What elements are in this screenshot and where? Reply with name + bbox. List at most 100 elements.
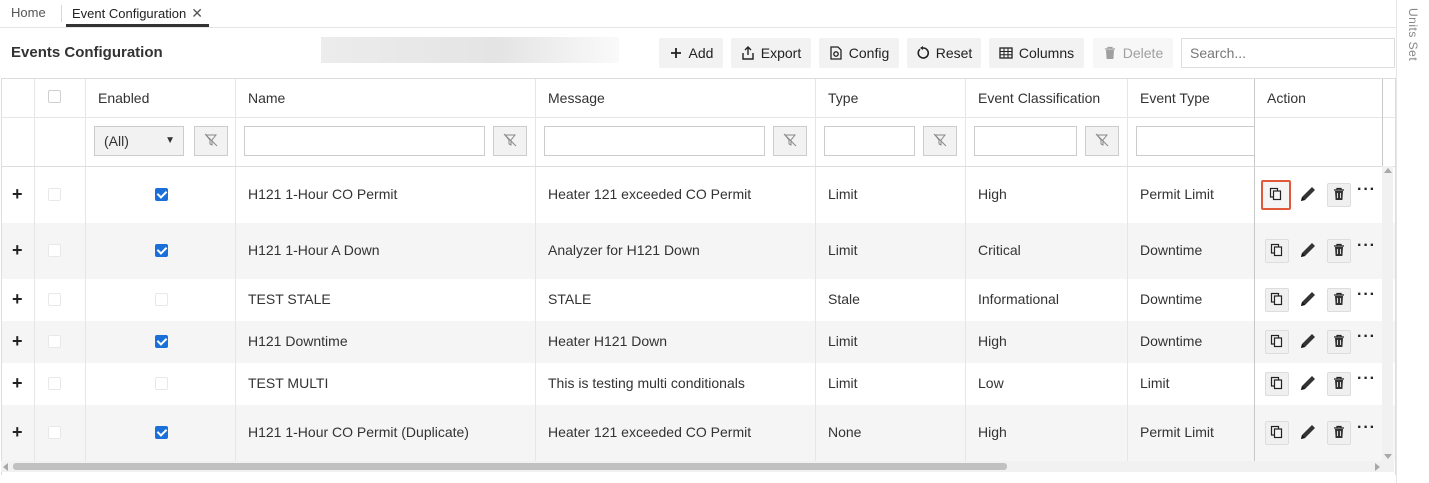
tab-event-configuration[interactable]: Event Configuration ✕ [66,0,209,27]
select-all-checkbox[interactable] [48,90,61,103]
scroll-left-icon[interactable] [3,463,8,471]
row-select-checkbox[interactable] [48,293,61,306]
expand-icon[interactable]: + [12,185,23,203]
filter-clear-classification-button[interactable] [1085,126,1119,156]
tab-separator [61,5,62,22]
more-icon[interactable]: ··· [1357,237,1376,255]
row-classification: High [978,186,1007,202]
edit-button[interactable] [1297,421,1319,445]
expand-icon[interactable]: + [12,332,23,350]
units-set-label[interactable]: Units Set [1406,8,1420,61]
enabled-checkbox[interactable] [155,188,168,201]
expand-icon[interactable]: + [12,423,23,441]
classification-filter-input[interactable] [974,126,1077,156]
expand-icon[interactable]: + [12,374,23,392]
reset-button[interactable]: Reset [907,38,981,68]
delete-row-button[interactable] [1327,239,1351,263]
delete-button[interactable]: Delete [1093,38,1173,68]
columns-button[interactable]: Columns [989,38,1084,68]
row-select-checkbox[interactable] [48,244,61,257]
table-row[interactable]: + H121 1-Hour CO Permit Heater 121 exceede… [2,167,1395,223]
config-button[interactable]: Config [819,38,899,68]
close-icon[interactable]: ✕ [191,5,203,21]
filter-clear-message-button[interactable] [773,126,807,156]
expand-icon[interactable]: + [12,241,23,259]
action-cell: ··· [1254,363,1383,405]
table-row[interactable]: + TEST STALE STALE Stale Informational Downti… [2,279,1395,321]
edit-button[interactable] [1297,330,1319,354]
more-icon[interactable]: ··· [1357,419,1376,437]
table-row[interactable]: + H121 1-Hour A Down Analyzer for H121 Dow… [2,223,1395,279]
expand-icon[interactable]: + [12,290,23,308]
table-row[interactable]: + TEST MULTI This is testing multi conditi… [2,363,1395,405]
filter-clear-icon [204,133,218,150]
row-select-checkbox[interactable] [48,377,61,390]
scroll-down-icon[interactable] [1384,454,1392,459]
row-name: H121 Downtime [248,333,348,349]
row-select-checkbox[interactable] [48,188,61,201]
delete-row-button[interactable] [1327,421,1351,445]
trash-icon [1333,292,1345,309]
copy-button[interactable] [1261,180,1291,210]
header-message[interactable]: Message [536,79,816,117]
enabled-filter-select[interactable]: (All) ▼ [94,126,184,156]
name-filter-input[interactable] [244,126,485,156]
header-event-classification[interactable]: Event Classification [966,79,1128,117]
pencil-icon [1298,373,1318,396]
horizontal-scrollbar[interactable] [1,461,1394,472]
enabled-checkbox[interactable] [155,293,168,306]
message-filter-input[interactable] [544,126,765,156]
row-message: Analyzer for H121 Down [548,242,700,258]
vertical-scrollbar[interactable] [1382,166,1393,461]
more-icon[interactable]: ··· [1357,328,1376,346]
filter-clear-icon [503,133,517,150]
enabled-cell [86,167,236,223]
enabled-checkbox[interactable] [155,426,168,439]
edit-button[interactable] [1297,239,1319,263]
filter-clear-type-button[interactable] [923,126,957,156]
type-filter-input[interactable] [824,126,915,156]
type-cell: Limit [816,321,966,363]
enabled-checkbox[interactable] [155,377,168,390]
edit-button[interactable] [1297,288,1319,312]
event-type-filter-input[interactable] [1136,126,1254,156]
header-name[interactable]: Name [236,79,536,117]
delete-row-button[interactable] [1327,330,1351,354]
scroll-up-icon[interactable] [1384,168,1392,173]
header-enabled[interactable]: Enabled [86,79,236,117]
search-input[interactable] [1181,38,1395,68]
units-set-panel[interactable]: Units Set [1396,0,1429,483]
export-button[interactable]: Export [731,38,811,68]
copy-button[interactable] [1265,239,1289,263]
header-action: Action [1254,79,1383,117]
table-row[interactable]: + H121 Downtime Heater H121 Down Limit High D… [2,321,1395,363]
filter-clear-name-button[interactable] [493,126,527,156]
header-type[interactable]: Type [816,79,966,117]
delete-row-button[interactable] [1327,372,1351,396]
copy-button[interactable] [1265,288,1289,312]
add-button[interactable]: Add [659,38,723,68]
horizontal-scroll-thumb[interactable] [13,463,1007,470]
more-icon[interactable]: ··· [1357,370,1376,388]
copy-button[interactable] [1265,330,1289,354]
pencil-icon [1298,184,1318,207]
row-select-checkbox[interactable] [48,335,61,348]
delete-row-button[interactable] [1327,288,1351,312]
table-row[interactable]: + H121 1-Hour CO Permit (Duplicate) Heater… [2,405,1395,461]
filter-expand-cell [2,117,35,166]
edit-button[interactable] [1297,183,1319,207]
delete-row-button[interactable] [1327,183,1351,207]
copy-button[interactable] [1265,372,1289,396]
scroll-right-icon[interactable] [1375,463,1380,471]
copy-button[interactable] [1265,421,1289,445]
more-icon[interactable]: ··· [1357,181,1376,199]
row-select-checkbox[interactable] [48,426,61,439]
filter-clear-enabled-button[interactable] [194,126,228,156]
edit-button[interactable] [1297,372,1319,396]
more-icon[interactable]: ··· [1357,286,1376,304]
header-event-type[interactable]: Event Type [1128,79,1254,117]
enabled-checkbox[interactable] [155,244,168,257]
enabled-checkbox[interactable] [155,335,168,348]
tab-home[interactable]: Home [11,0,46,26]
enabled-cell [86,279,236,321]
